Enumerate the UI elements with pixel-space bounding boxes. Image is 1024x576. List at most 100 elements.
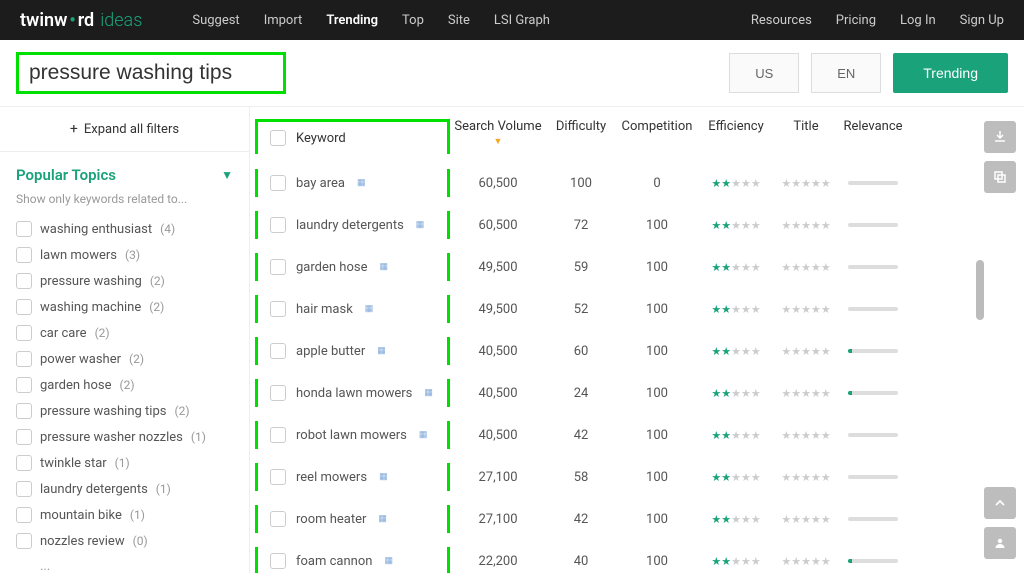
filter-checkbox[interactable] bbox=[16, 247, 32, 263]
filter-checkbox[interactable] bbox=[16, 351, 32, 367]
row-checkbox[interactable] bbox=[270, 469, 286, 485]
row-checkbox[interactable] bbox=[270, 259, 286, 275]
col-relevance[interactable]: Relevance bbox=[838, 119, 908, 134]
cell-comp: 100 bbox=[616, 512, 698, 527]
cell-sv: 27,100 bbox=[450, 470, 546, 485]
col-title[interactable]: Title bbox=[774, 119, 838, 134]
download-button[interactable] bbox=[984, 121, 1016, 153]
account-button[interactable] bbox=[984, 527, 1016, 559]
keyword-text[interactable]: honda lawn mowers bbox=[296, 386, 412, 401]
filter-item[interactable]: twinkle star (1) bbox=[16, 450, 233, 476]
filter-checkbox[interactable] bbox=[16, 429, 32, 445]
nav-trending[interactable]: Trending bbox=[326, 13, 378, 28]
search-input[interactable] bbox=[29, 61, 273, 85]
col-difficulty[interactable]: Difficulty bbox=[546, 119, 616, 134]
nav-top[interactable]: Top bbox=[402, 13, 424, 28]
col-efficiency[interactable]: Efficiency bbox=[698, 119, 774, 134]
keyword-text[interactable]: robot lawn mowers bbox=[296, 428, 407, 443]
col-search-volume[interactable]: Search Volume ▼ bbox=[450, 119, 546, 147]
col-competition[interactable]: Competition bbox=[616, 119, 698, 134]
cell-keyword: robot lawn mowers▦ bbox=[255, 421, 450, 449]
filter-item[interactable]: pressure washer nozzles (1) bbox=[16, 424, 233, 450]
nav-signup[interactable]: Sign Up bbox=[960, 13, 1004, 28]
cell-keyword: laundry detergents▦ bbox=[255, 211, 450, 239]
table-row: honda lawn mowers▦40,50024100★★★★★★★★★★ bbox=[250, 372, 976, 414]
filter-checkbox[interactable] bbox=[16, 377, 32, 393]
keyword-text[interactable]: reel mowers bbox=[296, 470, 367, 485]
caret-down-icon: ▼ bbox=[221, 168, 233, 182]
table-body: bay area▦60,5001000★★★★★★★★★★ laundry det… bbox=[250, 162, 976, 573]
nav-import[interactable]: Import bbox=[264, 13, 303, 28]
cell-keyword: garden hose▦ bbox=[255, 253, 450, 281]
filter-count: (2) bbox=[150, 274, 165, 288]
logo[interactable]: twinw•rd ideas bbox=[20, 10, 142, 31]
filter-item[interactable]: pressure washing (2) bbox=[16, 268, 233, 294]
row-checkbox[interactable] bbox=[270, 301, 286, 317]
filter-checkbox[interactable] bbox=[16, 221, 32, 237]
filter-checkbox[interactable] bbox=[16, 403, 32, 419]
scroll-top-button[interactable] bbox=[984, 487, 1016, 519]
filter-item[interactable]: lawn mowers (3) bbox=[16, 242, 233, 268]
expand-all-filters[interactable]: + Expand all filters bbox=[0, 107, 249, 152]
country-select[interactable]: US bbox=[729, 53, 799, 93]
cell-keyword: bay area▦ bbox=[255, 169, 450, 197]
nav-login[interactable]: Log In bbox=[900, 13, 936, 28]
filter-checkbox[interactable] bbox=[16, 481, 32, 497]
popular-topics-toggle[interactable]: Popular Topics ▼ bbox=[0, 152, 249, 192]
row-checkbox[interactable] bbox=[270, 343, 286, 359]
row-checkbox[interactable] bbox=[270, 385, 286, 401]
cell-rel bbox=[838, 223, 908, 227]
cell-rel bbox=[838, 391, 908, 395]
filter-checkbox[interactable] bbox=[16, 299, 32, 315]
filter-item[interactable]: washing machine (2) bbox=[16, 294, 233, 320]
filter-item[interactable]: garden hose (2) bbox=[16, 372, 233, 398]
filter-checkbox[interactable] bbox=[16, 325, 32, 341]
filter-label: twinkle star bbox=[40, 456, 107, 471]
keyword-text[interactable]: garden hose bbox=[296, 260, 367, 275]
row-checkbox[interactable] bbox=[270, 217, 286, 233]
select-all-checkbox[interactable] bbox=[270, 130, 286, 146]
keyword-text[interactable]: room heater bbox=[296, 512, 366, 527]
filter-checkbox[interactable] bbox=[16, 533, 32, 549]
filter-item[interactable]: nozzles review (0) bbox=[16, 528, 233, 554]
language-select[interactable]: EN bbox=[811, 53, 881, 93]
cell-rel bbox=[838, 349, 908, 353]
row-checkbox[interactable] bbox=[270, 511, 286, 527]
row-checkbox[interactable] bbox=[270, 427, 286, 443]
filter-checkbox[interactable] bbox=[16, 507, 32, 523]
keyword-text[interactable]: bay area bbox=[296, 176, 345, 191]
filter-more[interactable]: ... bbox=[16, 554, 233, 573]
keyword-text[interactable]: hair mask bbox=[296, 302, 353, 317]
trend-icon: ▦ bbox=[424, 388, 433, 398]
filter-item[interactable]: car care (2) bbox=[16, 320, 233, 346]
filter-checkbox[interactable] bbox=[16, 455, 32, 471]
keyword-text[interactable]: foam cannon bbox=[296, 554, 372, 569]
cell-eff: ★★★★★ bbox=[698, 218, 774, 233]
filter-item[interactable]: power washer (2) bbox=[16, 346, 233, 372]
nav-site[interactable]: Site bbox=[448, 13, 470, 28]
keyword-text[interactable]: laundry detergents bbox=[296, 218, 404, 233]
col-keyword[interactable]: Keyword bbox=[255, 119, 450, 154]
row-checkbox[interactable] bbox=[270, 553, 286, 569]
filter-item[interactable]: pressure washing tips (2) bbox=[16, 398, 233, 424]
row-checkbox[interactable] bbox=[270, 175, 286, 191]
table-row: bay area▦60,5001000★★★★★★★★★★ bbox=[250, 162, 976, 204]
filter-item[interactable]: laundry detergents (1) bbox=[16, 476, 233, 502]
cell-rel bbox=[838, 517, 908, 521]
trend-icon: ▦ bbox=[378, 514, 387, 524]
cell-keyword: hair mask▦ bbox=[255, 295, 450, 323]
filter-list: washing enthusiast (4)lawn mowers (3)pre… bbox=[0, 216, 249, 573]
filter-checkbox[interactable] bbox=[16, 273, 32, 289]
cell-diff: 59 bbox=[546, 260, 616, 275]
cell-keyword: foam cannon▦ bbox=[255, 547, 450, 573]
nav-resources[interactable]: Resources bbox=[751, 13, 812, 28]
search-button[interactable]: Trending bbox=[893, 53, 1008, 93]
nav-pricing[interactable]: Pricing bbox=[836, 13, 876, 28]
nav-suggest[interactable]: Suggest bbox=[192, 13, 239, 28]
copy-button[interactable] bbox=[984, 161, 1016, 193]
filter-item[interactable]: washing enthusiast (4) bbox=[16, 216, 233, 242]
scrollbar-thumb[interactable] bbox=[976, 260, 984, 320]
nav-lsi[interactable]: LSI Graph bbox=[494, 13, 550, 28]
keyword-text[interactable]: apple butter bbox=[296, 344, 365, 359]
filter-item[interactable]: mountain bike (1) bbox=[16, 502, 233, 528]
